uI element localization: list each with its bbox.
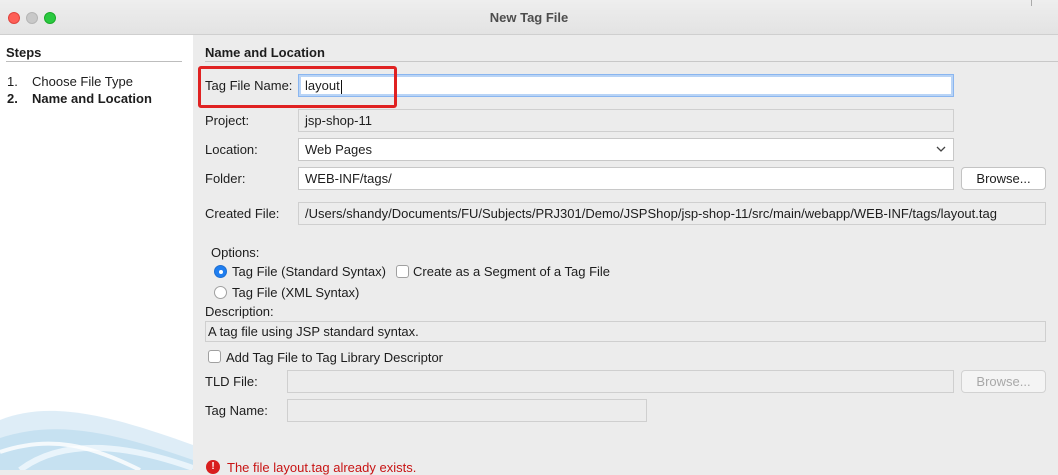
description-field: A tag file using JSP standard syntax.: [205, 321, 1046, 342]
window-title: New Tag File: [489, 10, 569, 25]
tag-name-label: Tag Name:: [205, 403, 268, 418]
description-label: Description:: [205, 304, 274, 319]
steps-title: Steps: [6, 45, 42, 60]
chevron-down-icon: [935, 139, 947, 160]
folder-input[interactable]: WEB-INF/tags/: [298, 167, 954, 190]
location-label: Location:: [205, 142, 258, 157]
error-icon: !: [206, 460, 220, 474]
project-field: jsp-shop-11: [298, 109, 954, 132]
folder-browse-button[interactable]: Browse...: [961, 167, 1046, 190]
created-file-label: Created File:: [205, 206, 280, 221]
step-number: 2.: [7, 91, 18, 106]
step-name-and-location: 2. Name and Location: [7, 91, 152, 106]
background-window-fragment: [1031, 0, 1038, 6]
project-value: jsp-shop-11: [305, 113, 372, 128]
tld-browse-button: Browse...: [961, 370, 1046, 393]
created-file-field: /Users/shandy/Documents/FU/Subjects/PRJ3…: [298, 202, 1046, 225]
tld-file-field: [287, 370, 954, 393]
standard-syntax-label[interactable]: Tag File (Standard Syntax): [232, 264, 386, 279]
options-label: Options:: [211, 245, 260, 260]
description-value: A tag file using JSP standard syntax.: [208, 324, 419, 339]
step-label: Name and Location: [32, 91, 152, 106]
title-bar: New Tag File: [0, 0, 1058, 35]
location-value: Web Pages: [305, 142, 372, 157]
segment-label[interactable]: Create as a Segment of a Tag File: [413, 264, 610, 279]
tld-file-label: TLD File:: [205, 374, 258, 389]
add-to-tld-checkbox[interactable]: [208, 350, 221, 363]
decorative-swoosh-graphic: [0, 410, 193, 470]
panel-title: Name and Location: [205, 45, 325, 60]
project-label: Project:: [205, 113, 250, 128]
folder-value: WEB-INF/tags/: [305, 171, 392, 186]
step-choose-file-type: 1. Choose File Type: [7, 74, 133, 89]
tag-name-field: [287, 399, 647, 422]
error-message: The file layout.tag already exists.: [227, 460, 417, 475]
xml-syntax-radio[interactable]: [214, 286, 227, 299]
steps-divider: [6, 61, 182, 62]
panel-divider: [205, 61, 1058, 62]
created-file-value: /Users/shandy/Documents/FU/Subjects/PRJ3…: [305, 206, 997, 221]
step-label: Choose File Type: [32, 74, 133, 89]
location-dropdown[interactable]: Web Pages: [298, 138, 954, 161]
xml-syntax-label[interactable]: Tag File (XML Syntax): [232, 285, 359, 300]
segment-checkbox[interactable]: [396, 265, 409, 278]
highlight-box: [198, 66, 397, 108]
step-number: 1.: [7, 74, 18, 89]
folder-label: Folder:: [205, 171, 246, 186]
add-to-tld-label[interactable]: Add Tag File to Tag Library Descriptor: [226, 350, 443, 365]
standard-syntax-radio[interactable]: [214, 265, 227, 278]
steps-sidebar: Steps 1. Choose File Type 2. Name and Loca…: [0, 35, 193, 470]
